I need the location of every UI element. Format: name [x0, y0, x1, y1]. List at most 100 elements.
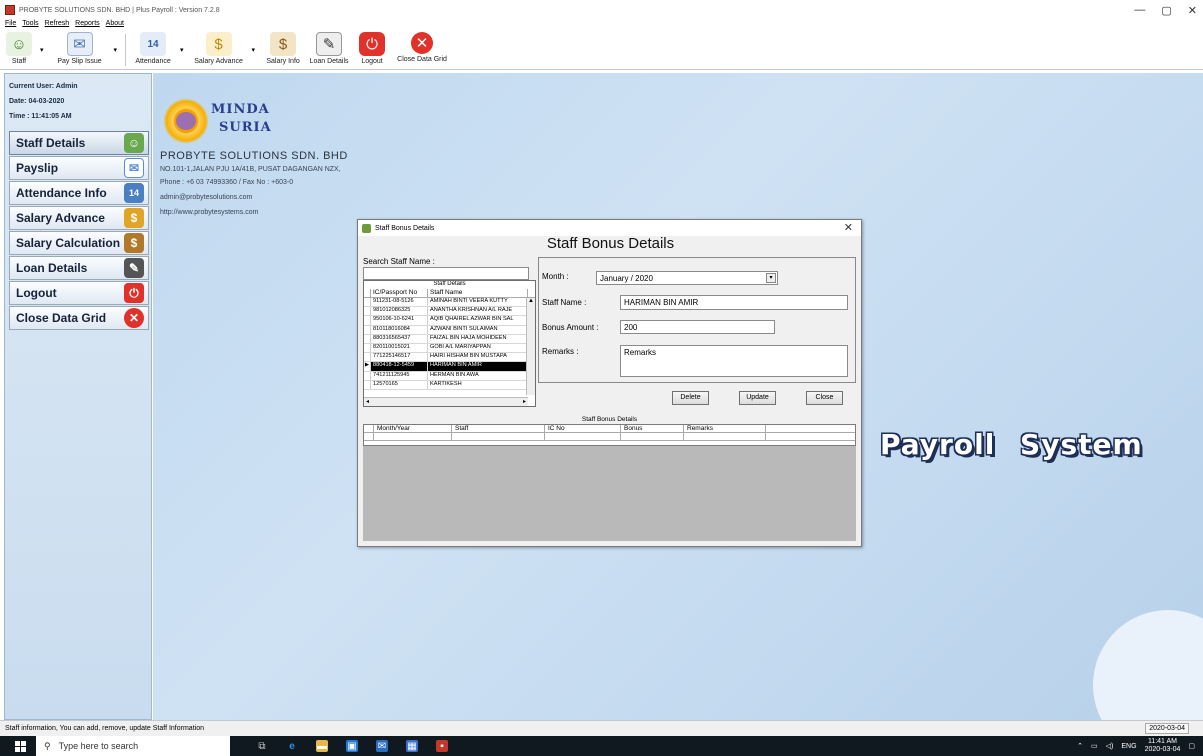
row-selector-cell[interactable] — [364, 343, 371, 353]
staff-dropdown-arrow[interactable]: ▾ — [40, 46, 44, 54]
language-indicator[interactable]: ENG — [1121, 743, 1136, 750]
table-row[interactable]: 810118016084 AZWANI BINTI SULAIMAN — [364, 325, 535, 335]
dialog-close-icon[interactable]: ✕ — [844, 221, 853, 234]
staff-name-cell[interactable]: HAIRI HISHAM BIN MUSTAPA — [428, 353, 528, 362]
column-ic-no-header[interactable]: IC No — [545, 425, 621, 432]
menu-tools[interactable]: Tools — [22, 20, 38, 32]
toolbar-salary-advance-button[interactable]: $ Salary Advance — [192, 32, 246, 65]
column-bonus-header[interactable]: Bonus — [621, 425, 684, 432]
task-view-icon[interactable]: ⧉ — [256, 740, 268, 752]
search-staff-input[interactable] — [363, 267, 529, 280]
sidebar-item-logout[interactable]: Logout ⏻ — [9, 281, 149, 305]
row-selector-cell[interactable] — [364, 371, 371, 380]
staff-name-cell[interactable]: HARIMAN BIN AMIR — [428, 362, 528, 371]
close-button[interactable]: Close — [806, 391, 843, 405]
table-row[interactable]: 771225146517 HAIRI HISHAM BIN MUSTAPA — [364, 353, 535, 363]
table-row[interactable]: ▶ 880418-12-5459 HARIMAN BIN AMIR — [364, 362, 535, 372]
sidebar-item-close-data-grid[interactable]: Close Data Grid ✕ — [9, 306, 149, 330]
volume-icon[interactable]: ◁) — [1106, 742, 1114, 750]
staff-name-cell[interactable]: AQIB QHAIREL AZWAR BIN SAL — [428, 316, 528, 325]
row-selector-cell[interactable]: ▶ — [364, 362, 371, 371]
table-row[interactable]: 880316565437 FAIZAL BIN HAJA MOHIDEEN — [364, 334, 535, 344]
network-icon[interactable]: ▭ — [1091, 742, 1098, 750]
table-row[interactable]: 741211125945 HERMAN BIN AWA — [364, 371, 535, 381]
staff-name-cell[interactable]: HERMAN BIN AWA — [428, 371, 528, 380]
minimize-button[interactable]: — — [1134, 4, 1145, 17]
row-selector-cell[interactable] — [364, 380, 371, 389]
update-button[interactable]: Update — [739, 391, 776, 405]
ic-cell[interactable]: 820110015021 — [371, 343, 428, 353]
row-selector-cell[interactable] — [364, 353, 371, 362]
file-explorer-icon[interactable]: ▬ — [316, 740, 328, 752]
clock[interactable]: 11:41 AM 2020-03-04 — [1145, 738, 1181, 754]
staff-grid-vertical-scrollbar[interactable]: ▲ — [526, 298, 535, 395]
menu-refresh[interactable]: Refresh — [45, 20, 70, 32]
remarks-field[interactable]: Remarks — [620, 345, 848, 377]
ic-cell[interactable]: 880418-12-5459 — [371, 362, 428, 371]
delete-button[interactable]: Delete — [672, 391, 709, 405]
table-row[interactable]: 981012086325 ANANTHA KRISHNAN A/L RAJE — [364, 307, 535, 317]
staff-name-field[interactable]: HARIMAN BIN AMIR — [620, 295, 848, 310]
app-icon-blue[interactable]: ▦ — [406, 740, 418, 752]
staff-grid-horizontal-scrollbar[interactable]: ◂ ▸ — [364, 397, 528, 406]
maximize-button[interactable]: ▢ — [1161, 4, 1171, 17]
column-ic-header[interactable]: IC/Passport No — [371, 289, 428, 297]
staff-name-cell[interactable]: GOBI A/L MARIYAPPAN — [428, 343, 528, 353]
staff-name-cell[interactable]: AMINAH BINTI VEERA KUTTY — [428, 298, 528, 307]
ic-cell[interactable]: 880316565437 — [371, 334, 428, 343]
ic-cell[interactable]: 981012086325 — [371, 307, 428, 316]
month-select[interactable]: January / 2020 ▾ — [596, 271, 778, 285]
table-row[interactable]: 950106-10-6241 AQIB QHAIREL AZWAR BIN SAL — [364, 316, 535, 326]
toolbar-close-data-grid-button[interactable]: ✕ Close Data Grid — [395, 32, 449, 63]
edge-icon[interactable]: e — [286, 740, 298, 752]
sidebar-item-payslip[interactable]: Payslip ✉ — [9, 156, 149, 180]
sidebar-item-salary-advance[interactable]: Salary Advance $ — [9, 206, 149, 230]
staff-name-cell[interactable]: FAIZAL BIN HAJA MOHIDEEN — [428, 334, 528, 343]
bonus-amount-field[interactable]: 200 — [620, 320, 775, 334]
tray-chevron-icon[interactable]: ⌃ — [1077, 742, 1083, 750]
row-selector-cell[interactable] — [364, 298, 371, 307]
ic-cell[interactable]: 771225146517 — [371, 353, 428, 362]
ic-cell[interactable]: 810118016084 — [371, 325, 428, 334]
table-row[interactable] — [364, 433, 855, 441]
staff-name-cell[interactable]: KARTIKESH — [428, 380, 528, 389]
toolbar-staff-button[interactable]: ☺ Staff — [4, 32, 34, 65]
table-row[interactable]: 820110015021 GOBI A/L MARIYAPPAN — [364, 343, 535, 354]
toolbar-attendance-button[interactable]: 14 Attendance — [132, 32, 174, 65]
payslip-dropdown-arrow[interactable]: ▾ — [114, 46, 118, 54]
sidebar-item-salary-calculation[interactable]: Salary Calculation $ — [9, 231, 149, 255]
column-month-year-header[interactable]: Month/Year — [374, 425, 452, 432]
ic-cell[interactable]: 950106-10-6241 — [371, 316, 428, 325]
row-selector-cell[interactable] — [364, 316, 371, 325]
sidebar-item-loan-details[interactable]: Loan Details ✎ — [9, 256, 149, 280]
staff-name-cell[interactable]: AZWANI BINTI SULAIMAN — [428, 325, 528, 334]
toolbar-loan-details-button[interactable]: ✎ Loan Details — [309, 32, 349, 65]
payroll-app-icon[interactable]: ▪ — [436, 740, 448, 752]
mail-icon[interactable]: ✉ — [376, 740, 388, 752]
toolbar-payslip-button[interactable]: ✉ Pay Slip Issue — [52, 32, 108, 65]
close-window-button[interactable]: ✕ — [1188, 4, 1197, 17]
row-selector-cell[interactable] — [364, 325, 371, 334]
menu-file[interactable]: File — [5, 20, 16, 32]
ic-cell[interactable]: 12570165 — [371, 380, 428, 389]
ic-cell[interactable]: 741211125945 — [371, 371, 428, 380]
attendance-dropdown-arrow[interactable]: ▾ — [180, 46, 184, 54]
menu-about[interactable]: About — [106, 20, 124, 32]
menu-reports[interactable]: Reports — [75, 20, 100, 32]
row-selector-cell[interactable] — [364, 334, 371, 343]
column-remarks-header[interactable]: Remarks — [684, 425, 766, 432]
table-row[interactable]: 12570165 KARTIKESH — [364, 380, 535, 390]
sidebar-item-staff-details[interactable]: Staff Details ☺ — [9, 131, 149, 155]
toolbar-salary-info-button[interactable]: $ Salary Info — [263, 32, 303, 65]
toolbar-logout-button[interactable]: ⏻ Logout — [355, 32, 389, 65]
start-button[interactable] — [0, 740, 40, 752]
staff-name-cell[interactable]: ANANTHA KRISHNAN A/L RAJE — [428, 307, 528, 316]
store-icon[interactable]: ▣ — [346, 740, 358, 752]
column-staff-name-header[interactable]: Staff Name — [428, 289, 528, 297]
row-selector-cell[interactable] — [364, 307, 371, 316]
sidebar-item-attendance-info[interactable]: Attendance Info 14 — [9, 181, 149, 205]
column-staff-header[interactable]: Staff — [452, 425, 545, 432]
notification-icon[interactable]: ▢ — [1188, 742, 1195, 750]
table-row[interactable]: 911231-08-5126 AMINAH BINTI VEERA KUTTY — [364, 298, 535, 308]
taskbar-search[interactable]: ⚲ Type here to search — [36, 736, 230, 756]
